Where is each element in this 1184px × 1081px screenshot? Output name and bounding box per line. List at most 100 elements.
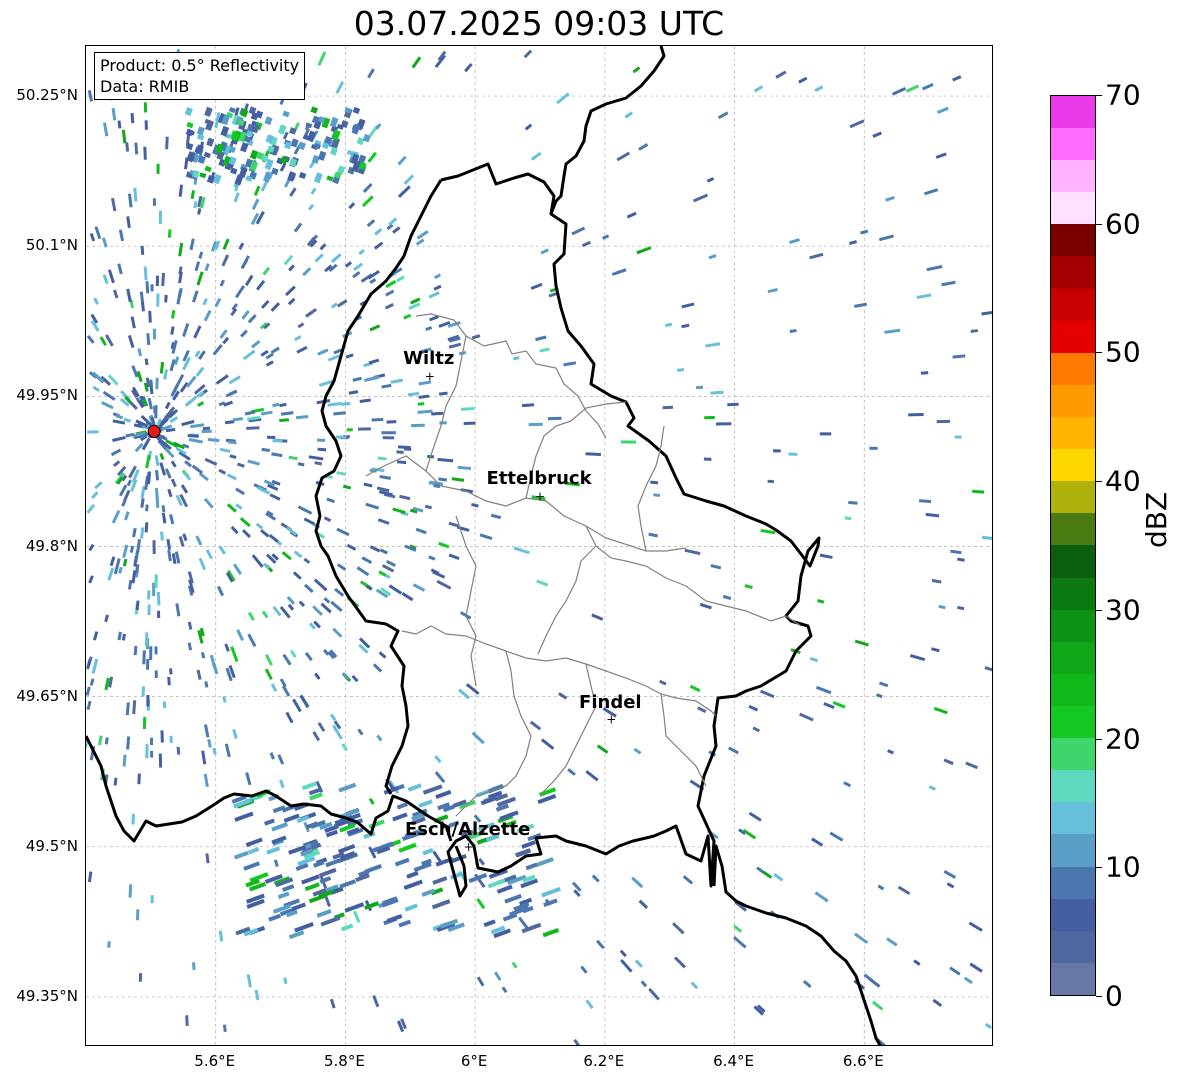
echo-cell xyxy=(925,512,940,518)
echo-cell xyxy=(136,538,141,553)
echo-cell xyxy=(247,847,260,855)
echo-cell xyxy=(277,754,285,765)
echo-cell xyxy=(376,734,383,742)
echo-cell xyxy=(913,959,921,966)
echo-cell xyxy=(415,238,425,246)
echo-cell xyxy=(154,577,158,589)
echo-cell xyxy=(479,533,493,541)
echo-cell xyxy=(789,328,797,334)
echo-cell xyxy=(968,921,983,932)
echo-cell xyxy=(319,243,327,251)
radar-site-marker[interactable] xyxy=(147,424,161,438)
country-border-north xyxy=(549,46,666,215)
echo-cell xyxy=(648,532,659,538)
echo-cell xyxy=(186,375,197,388)
echo-cell xyxy=(215,374,229,385)
echo-cell xyxy=(241,529,252,539)
echo-cell xyxy=(287,171,296,182)
echo-cell xyxy=(363,482,373,488)
echo-cell xyxy=(158,210,163,224)
echo-cell xyxy=(373,241,384,250)
echo-cell xyxy=(695,385,704,390)
echo-cell xyxy=(316,438,326,442)
echo-cell xyxy=(340,401,351,406)
echo-cell xyxy=(351,123,361,135)
city-marker: + xyxy=(535,489,545,503)
echo-cell xyxy=(279,402,287,408)
echo-cell xyxy=(292,571,302,580)
echo-cell xyxy=(433,273,442,280)
echo-cell xyxy=(154,470,160,481)
echo-cell xyxy=(121,499,127,507)
echo-cell xyxy=(198,472,209,482)
radar-map[interactable]: + + + + xyxy=(85,45,993,1046)
echo-cell xyxy=(272,402,280,408)
echo-cell xyxy=(457,465,472,471)
grid-lines xyxy=(86,46,992,1045)
echo-cell xyxy=(464,62,473,73)
echo-cell xyxy=(144,358,149,366)
echo-cell xyxy=(290,138,299,148)
echo-cell xyxy=(317,51,327,66)
echo-cell xyxy=(762,870,773,879)
echo-cell xyxy=(127,335,135,349)
echo-cell xyxy=(432,876,448,885)
echo-cell xyxy=(132,700,137,715)
echo-cell xyxy=(715,422,732,426)
echo-cell xyxy=(341,743,349,752)
echo-cell xyxy=(308,455,324,461)
echo-cell xyxy=(728,746,739,755)
echo-cell xyxy=(110,448,122,457)
echo-cell xyxy=(388,217,398,226)
echo-cell xyxy=(236,462,245,468)
echo-cell xyxy=(359,398,372,404)
echo-cell xyxy=(147,590,151,600)
echo-cell xyxy=(203,773,209,788)
echo-cell xyxy=(365,502,380,510)
map-canvas[interactable]: + + + + xyxy=(86,46,993,1046)
echo-cell xyxy=(329,713,337,721)
echo-cell xyxy=(270,683,278,692)
echo-cell xyxy=(382,436,395,440)
colorbar-segment xyxy=(1051,898,1095,931)
city-label[interactable]: Findel xyxy=(579,692,642,713)
echo-cell xyxy=(403,313,412,320)
echo-cell xyxy=(952,354,966,359)
echo-cell xyxy=(154,455,160,467)
echo-cell xyxy=(104,737,109,745)
echo-cell xyxy=(301,781,318,791)
echo-cell xyxy=(235,285,246,299)
echo-cell xyxy=(94,481,103,490)
echo-cell xyxy=(162,701,167,709)
echo-cell xyxy=(241,310,250,320)
echo-cell xyxy=(513,356,520,361)
city-label[interactable]: Ettelbruck xyxy=(486,468,591,489)
echo-cell xyxy=(87,871,93,883)
echo-cell xyxy=(362,183,373,193)
echo-cell xyxy=(380,548,388,555)
echo-cell xyxy=(887,749,894,755)
echo-cell xyxy=(336,471,346,476)
echo-cell xyxy=(145,454,151,469)
echo-cell xyxy=(133,645,138,656)
echo-cell xyxy=(164,294,168,303)
echo-cell xyxy=(272,439,283,443)
echo-cell xyxy=(167,549,172,562)
latitude-label: 49.8°N xyxy=(25,536,78,555)
echo-cell xyxy=(169,359,176,372)
echo-cell xyxy=(356,137,365,146)
city-label[interactable]: Esch/Alzette xyxy=(405,819,530,840)
echo-cell xyxy=(249,149,259,160)
longitude-label: 5.6°E xyxy=(194,1052,236,1070)
echo-cell xyxy=(154,487,159,502)
echo-cell xyxy=(487,878,506,889)
echo-cell xyxy=(829,831,844,842)
echo-cell xyxy=(86,503,96,514)
echo-cell xyxy=(571,226,586,236)
echo-cell xyxy=(392,507,406,515)
city-label[interactable]: Wiltz xyxy=(403,348,454,369)
echo-cell xyxy=(421,888,436,897)
echo-cell xyxy=(230,646,239,663)
echo-cell xyxy=(132,527,137,538)
echo-cell xyxy=(169,514,175,525)
